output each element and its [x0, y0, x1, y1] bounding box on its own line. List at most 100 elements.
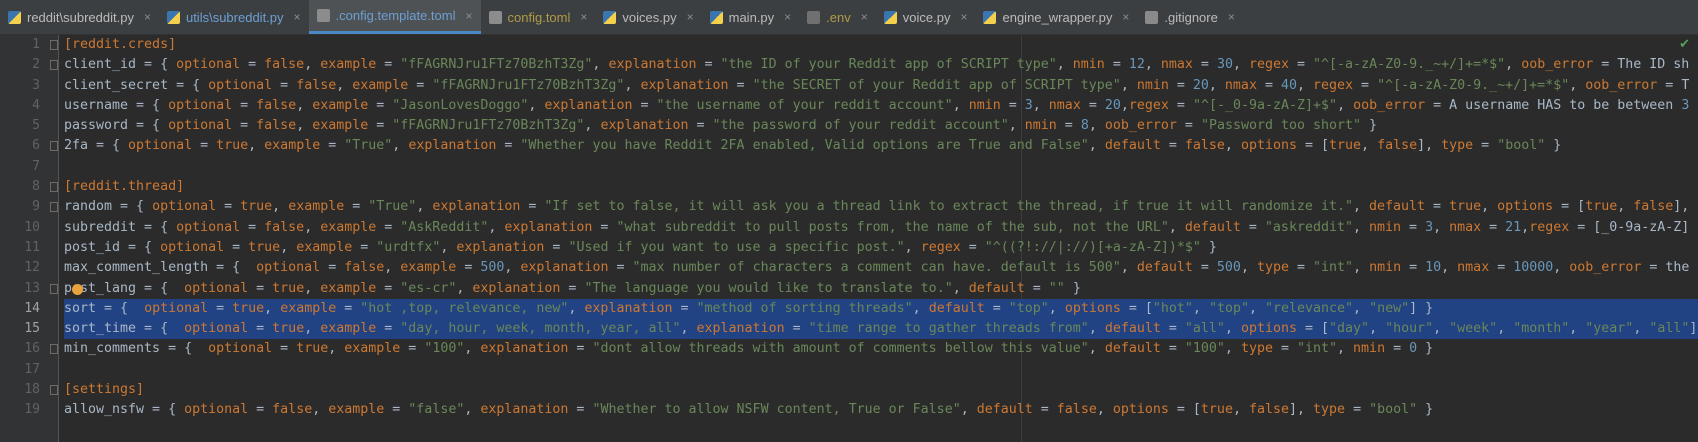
tab-6[interactable]: .env ×: [799, 0, 876, 34]
tab-label: utils\subreddit.py: [185, 9, 284, 25]
tab-label: voice.py: [902, 9, 951, 25]
code-text[interactable]: [settings]: [64, 380, 1698, 400]
tab-label: reddit\subreddit.py: [27, 9, 134, 25]
toml-file-icon: [316, 9, 330, 22]
code-text[interactable]: post_lang = { optional = true, example =…: [64, 279, 1698, 299]
line-number: 11: [24, 239, 40, 255]
code-line[interactable]: 14 sort = { optional = true, example = "h…: [0, 298, 1698, 320]
fold-marker-icon[interactable]: [50, 141, 58, 152]
close-tab-icon[interactable]: ×: [784, 10, 791, 24]
code-line[interactable]: 8 [reddit.thread]: [0, 177, 1698, 197]
code-line[interactable]: 17: [0, 360, 1698, 380]
fold-marker-icon[interactable]: [50, 283, 58, 294]
code-line[interactable]: 4 username = { optional = false, example …: [0, 96, 1698, 116]
line-number: 15: [24, 321, 40, 337]
tab-label: .env: [826, 9, 851, 25]
close-tab-icon[interactable]: ×: [144, 10, 151, 24]
line-number: 7: [32, 158, 40, 174]
code-line[interactable]: 12 max_comment_length = { optional = fals…: [0, 258, 1698, 278]
python-file-icon: [883, 10, 897, 24]
env-file-icon: [807, 10, 821, 24]
code-text[interactable]: sort = { optional = true, example = "hot…: [64, 298, 1698, 320]
close-tab-icon[interactable]: ×: [960, 10, 967, 24]
line-number: 2: [32, 57, 40, 73]
tab-8[interactable]: engine_wrapper.py ×: [975, 0, 1137, 34]
code-line[interactable]: 15 sort_time = { optional = true, example…: [0, 319, 1698, 340]
code-line[interactable]: 16 min_comments = { optional = true, exam…: [0, 339, 1698, 359]
code-text[interactable]: sort_time = { optional = true, example =…: [64, 319, 1698, 340]
code-line[interactable]: 19 allow_nsfw = { optional = false, examp…: [0, 400, 1698, 420]
code-line[interactable]: 9 random = { optional = true, example = "…: [0, 197, 1698, 217]
fold-marker-icon[interactable]: [50, 60, 58, 71]
code-text[interactable]: random = { optional = true, example = "T…: [64, 197, 1698, 217]
code-text[interactable]: allow_nsfw = { optional = false, example…: [64, 400, 1698, 420]
tab-label: engine_wrapper.py: [1002, 9, 1113, 25]
line-number: 13: [24, 280, 40, 296]
fold-marker-icon[interactable]: [50, 344, 58, 355]
code-text[interactable]: 2fa = { optional = true, example = "True…: [64, 136, 1698, 156]
line-number: 12: [24, 260, 40, 276]
fold-marker-icon[interactable]: [50, 202, 58, 213]
fold-marker-icon[interactable]: [50, 385, 58, 396]
tab-5[interactable]: main.py ×: [702, 0, 800, 34]
tab-label: voices.py: [622, 9, 677, 25]
code-text[interactable]: username = { optional = false, example =…: [64, 96, 1698, 116]
line-number: 9: [32, 199, 40, 215]
code-line[interactable]: 13 post_lang = { optional = true, example…: [0, 279, 1698, 299]
close-tab-icon[interactable]: ×: [466, 9, 473, 23]
tab-9[interactable]: .gitignore ×: [1137, 0, 1243, 34]
code-text[interactable]: min_comments = { optional = true, exampl…: [64, 339, 1698, 359]
code-text[interactable]: client_secret = { optional = false, exam…: [64, 76, 1698, 96]
line-number: 19: [24, 402, 40, 418]
code-text[interactable]: [reddit.creds]: [64, 35, 1698, 55]
tab-2[interactable]: .config.template.toml ×: [308, 0, 481, 34]
python-file-icon: [8, 10, 21, 24]
intention-bulb-icon[interactable]: [72, 283, 83, 295]
code-line[interactable]: 3 client_secret = { optional = false, exa…: [0, 76, 1698, 96]
code-line[interactable]: 18 [settings]: [0, 380, 1698, 400]
line-number: 17: [24, 361, 40, 377]
code-lines[interactable]: 1 [reddit.creds] 2 client_id = { optional =…: [0, 35, 1698, 421]
code-text[interactable]: password = { optional = false, example =…: [64, 116, 1698, 136]
code-editor[interactable]: 1 [reddit.creds] 2 client_id = { optional =…: [0, 35, 1698, 442]
tab-0[interactable]: reddit\subreddit.py ×: [0, 0, 159, 34]
close-tab-icon[interactable]: ×: [861, 10, 868, 24]
tab-label: .gitignore: [1164, 9, 1218, 25]
editor-tab-bar: reddit\subreddit.py × utils\subreddit.py ×.…: [0, 0, 1698, 35]
tab-label: main.py: [728, 9, 775, 25]
code-line[interactable]: 1 [reddit.creds]: [0, 35, 1698, 55]
close-tab-icon[interactable]: ×: [1228, 10, 1235, 24]
code-line[interactable]: 2 client_id = { optional = false, example…: [0, 55, 1698, 75]
code-text[interactable]: client_id = { optional = false, example …: [64, 55, 1698, 75]
fold-marker-icon[interactable]: [50, 182, 58, 193]
fold-marker-icon[interactable]: [50, 40, 58, 50]
close-tab-icon[interactable]: ×: [580, 10, 587, 24]
code-line[interactable]: 5 password = { optional = false, example …: [0, 116, 1698, 136]
tab-label: .config.template.toml: [335, 8, 456, 23]
close-tab-icon[interactable]: ×: [294, 10, 301, 24]
code-line[interactable]: 10 subreddit = { optional = false, exampl…: [0, 218, 1698, 238]
close-tab-icon[interactable]: ×: [687, 10, 694, 24]
line-number: 10: [24, 219, 40, 235]
no-problems-check-icon[interactable]: ✔: [1679, 37, 1690, 52]
tab-3[interactable]: config.toml ×: [481, 0, 596, 34]
code-line[interactable]: 11 post_id = { optional = true, example =…: [0, 238, 1698, 258]
python-file-icon: [166, 10, 180, 24]
line-number: 8: [32, 179, 40, 195]
tab-1[interactable]: utils\subreddit.py ×: [159, 0, 309, 34]
code-text[interactable]: max_comment_length = { optional = false,…: [64, 258, 1698, 278]
code-text[interactable]: [reddit.thread]: [64, 177, 1698, 197]
python-file-icon: [983, 10, 997, 24]
code-line[interactable]: 7: [0, 157, 1698, 177]
tab-7[interactable]: voice.py ×: [876, 0, 976, 34]
gitignore-file-icon: [1145, 10, 1159, 24]
code-text[interactable]: post_id = { optional = true, example = "…: [64, 238, 1698, 258]
line-number: 4: [32, 97, 40, 113]
tab-4[interactable]: voices.py ×: [595, 0, 701, 34]
close-tab-icon[interactable]: ×: [1122, 10, 1129, 24]
line-number: 3: [32, 77, 40, 93]
code-line[interactable]: 6 2fa = { optional = true, example = "Tru…: [0, 136, 1698, 156]
python-file-icon: [603, 10, 617, 24]
line-number: 6: [32, 138, 40, 154]
code-text[interactable]: subreddit = { optional = false, example …: [64, 218, 1698, 238]
